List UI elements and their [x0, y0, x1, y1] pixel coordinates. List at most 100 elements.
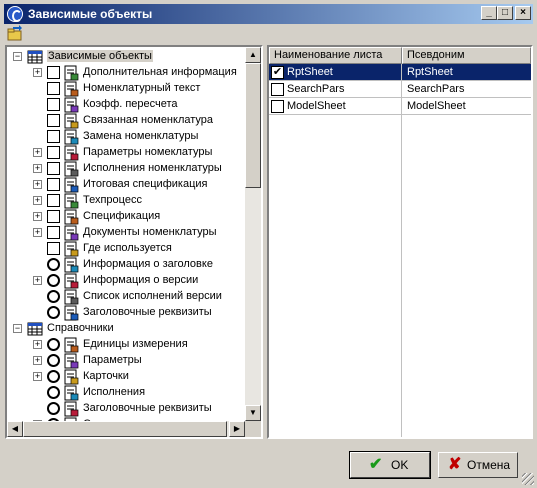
sheet-name-cell[interactable]: RptSheet — [287, 64, 333, 80]
tree-item[interactable]: + Информация о версии — [7, 273, 245, 289]
scroll-down-arrow-icon[interactable]: ▼ — [245, 405, 261, 421]
tree-item-checkbox[interactable] — [47, 242, 60, 255]
close-button[interactable]: × — [515, 6, 531, 20]
alias-cell[interactable]: RptSheet — [407, 64, 453, 80]
tree-item[interactable]: Связанная номенклатура — [7, 113, 245, 129]
tree-item-checkbox[interactable] — [47, 306, 60, 319]
expand-plus-icon[interactable]: + — [33, 340, 42, 349]
expand-plus-icon[interactable]: + — [33, 164, 42, 173]
scroll-up-arrow-icon[interactable]: ▲ — [245, 47, 261, 63]
scroll-thumb[interactable] — [245, 63, 261, 188]
tree-item-checkbox[interactable] — [47, 338, 60, 351]
tree-item[interactable]: − Справочники — [7, 321, 245, 337]
tree-item[interactable]: Где используется — [7, 241, 245, 257]
tree-vertical-scrollbar[interactable]: ▲ ▼ — [245, 47, 261, 421]
scroll-right-arrow-icon[interactable]: ▶ — [229, 421, 245, 437]
tree-item[interactable]: + Единицы измерения — [7, 337, 245, 353]
tree-item[interactable]: + Карточки — [7, 369, 245, 385]
tree-item-label: Параметры номеклатуры — [83, 146, 213, 158]
tree-item[interactable]: Информация о заголовке — [7, 257, 245, 273]
tree-item[interactable]: Коэфф. пересчета — [7, 97, 245, 113]
tree-item-checkbox[interactable] — [47, 82, 60, 95]
tree-item[interactable]: + Спецификация — [7, 209, 245, 225]
tree-item[interactable]: Исполнения — [7, 385, 245, 401]
minimize-button[interactable]: _ — [481, 6, 497, 20]
expand-plus-icon[interactable]: + — [33, 180, 42, 189]
tree-item-checkbox[interactable] — [47, 370, 60, 383]
row-checkbox[interactable] — [271, 100, 284, 113]
tree-item[interactable]: + Техпроцесс — [7, 193, 245, 209]
tree-item-checkbox[interactable] — [47, 258, 60, 271]
column-divider — [401, 64, 402, 437]
dependent-objects-tree[interactable]: − Зависимые объекты + Дополнительная информ… — [5, 45, 263, 439]
scroll-left-arrow-icon[interactable]: ◀ — [7, 421, 23, 437]
column-header-alias[interactable]: Псевдоним — [402, 47, 531, 64]
tree-item[interactable]: Замена номенклатуры — [7, 129, 245, 145]
tree-item-checkbox[interactable] — [47, 386, 60, 399]
tree-item-label: Документы номенклатуры — [83, 226, 217, 238]
tree-item[interactable]: Номенклатурный текст — [7, 81, 245, 97]
where-used-icon — [64, 241, 79, 257]
sheet-name-cell[interactable]: ModelSheet — [287, 98, 346, 114]
expand-plus-icon[interactable]: + — [33, 228, 42, 237]
refresh-folder-icon[interactable] — [7, 25, 23, 41]
tree-item[interactable]: Заголовочные реквизиты — [7, 305, 245, 321]
tree-item[interactable]: Заголовочные реквизиты — [7, 401, 245, 417]
maximize-button[interactable]: □ — [497, 6, 513, 20]
title-bar[interactable]: Зависимые объекты _ □ × — [4, 4, 533, 24]
expand-plus-icon[interactable]: + — [33, 68, 42, 77]
column-header-sheet-name[interactable]: Наименование листа — [269, 47, 402, 64]
expand-plus-icon[interactable]: + — [33, 356, 42, 365]
row-checkbox[interactable] — [271, 83, 284, 96]
collapse-minus-icon[interactable]: − — [13, 324, 22, 333]
tree-horizontal-scrollbar[interactable]: ◀ ▶ — [7, 421, 245, 437]
resize-grip[interactable] — [522, 473, 534, 485]
collapse-minus-icon[interactable]: − — [13, 52, 22, 61]
tree-item-checkbox[interactable] — [47, 226, 60, 239]
row-checkbox[interactable]: ✔ — [271, 66, 284, 79]
tree-item[interactable]: + Итоговая спецификация — [7, 177, 245, 193]
tree-item-checkbox[interactable] — [47, 274, 60, 287]
tree-item[interactable]: + Дополнительная информация — [7, 65, 245, 81]
header-attr-icon — [64, 305, 79, 321]
expand-plus-icon[interactable]: + — [33, 212, 42, 221]
tree-item-checkbox[interactable] — [47, 290, 60, 303]
tree-item[interactable]: Список исполнений версии — [7, 289, 245, 305]
ok-button[interactable]: ✔ OK — [349, 451, 431, 479]
table-row[interactable]: ModelSheet ModelSheet — [269, 98, 531, 115]
alias-cell[interactable]: ModelSheet — [407, 98, 466, 114]
alias-cell[interactable]: SearchPars — [407, 81, 464, 97]
tree-item[interactable]: + Документы номенклатуры — [7, 225, 245, 241]
cards-icon — [64, 369, 79, 385]
units-icon — [64, 337, 79, 353]
tree-item-checkbox[interactable] — [47, 66, 60, 79]
tree-item-checkbox[interactable] — [47, 178, 60, 191]
tree-item[interactable]: + Параметры — [7, 353, 245, 369]
tree-item-checkbox[interactable] — [47, 194, 60, 207]
tree-item[interactable]: + Параметры номеклатуры — [7, 145, 245, 161]
sheets-grid[interactable]: Наименование листа Псевдоним ✔ RptSheet Rp… — [267, 45, 533, 439]
tree-item-checkbox[interactable] — [47, 210, 60, 223]
header-info-icon — [64, 257, 79, 273]
expand-plus-icon[interactable]: + — [33, 372, 42, 381]
tree-item-checkbox[interactable] — [47, 130, 60, 143]
table-row[interactable]: SearchPars SearchPars — [269, 81, 531, 98]
tree-item-checkbox[interactable] — [47, 98, 60, 111]
tree-item[interactable]: + Исполнения номенклатуры — [7, 161, 245, 177]
tree-item-checkbox[interactable] — [47, 146, 60, 159]
tree-item[interactable]: − Зависимые объекты — [7, 49, 245, 65]
tree-item-checkbox[interactable] — [47, 354, 60, 367]
expand-plus-icon[interactable]: + — [33, 148, 42, 157]
cancel-button[interactable]: ✘ Отмена — [438, 452, 518, 478]
h-scroll-thumb[interactable] — [23, 421, 227, 437]
expand-plus-icon[interactable]: + — [33, 276, 42, 285]
tree-item-label: Номенклатурный текст — [83, 82, 201, 94]
dialog-window: Зависимые объекты _ □ × − Зависимые объек… — [0, 0, 537, 488]
tree-item-checkbox[interactable] — [47, 114, 60, 127]
tree-item-checkbox[interactable] — [47, 402, 60, 415]
cross-icon: ✘ — [448, 456, 462, 473]
table-row[interactable]: ✔ RptSheet RptSheet — [269, 64, 531, 81]
sheet-name-cell[interactable]: SearchPars — [287, 81, 344, 97]
tree-item-checkbox[interactable] — [47, 162, 60, 175]
expand-plus-icon[interactable]: + — [33, 196, 42, 205]
